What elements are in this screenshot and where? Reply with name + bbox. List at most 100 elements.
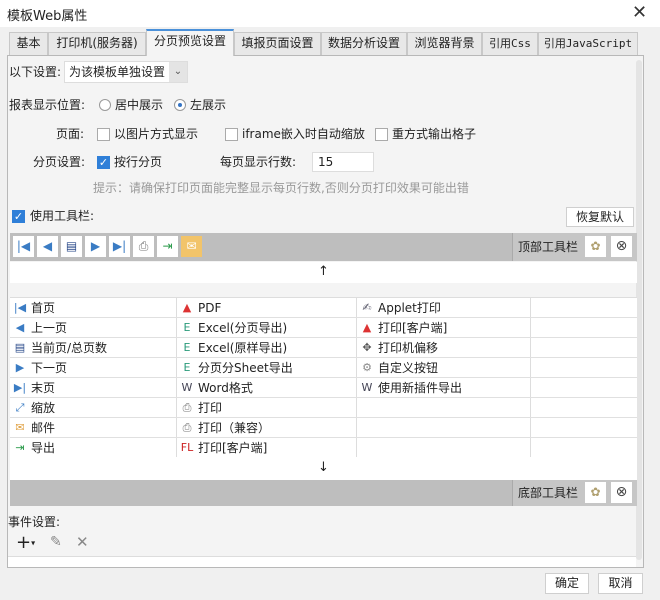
export-icon[interactable]: ⇥ [157, 236, 178, 257]
top-toolbar-label: 顶部工具栏 [518, 240, 579, 254]
last-page-icon: ▶| [13, 380, 27, 394]
scope-label: 以下设置: [9, 65, 62, 79]
toolbar-option[interactable]: ✉ 邮件 [10, 418, 177, 437]
toolbar-option-label: PDF [198, 300, 222, 315]
toolbar-option[interactable]: E Excel(分页导出) [177, 318, 357, 337]
image-mode-checkbox[interactable] [97, 128, 110, 141]
toolbar-option [531, 398, 637, 417]
toolbar-button-grid: |◀ 首页 ▲ PDF ✍ Applet打印 ◀ 上一页 E Excel(分页导出) ▲ 打印[客户端… [10, 297, 637, 458]
move-down-icon[interactable]: ↓ [10, 457, 637, 480]
add-event-icon[interactable]: +▾ [16, 532, 35, 553]
toolbar-option[interactable]: E 分页分Sheet导出 [177, 358, 357, 377]
toolbar-option[interactable]: FL 打印[客户端] [177, 438, 357, 457]
row-paging-checkbox[interactable]: ✓ [97, 156, 110, 169]
toolbar-option-label: 邮件 [31, 421, 56, 435]
pdf-print-icon: ▲ [362, 320, 372, 334]
gear-icon: ⚙ [362, 360, 372, 374]
heavy-output-checkbox[interactable] [375, 128, 388, 141]
print-icon: ⎙ [182, 420, 192, 434]
toolbar-option-label: 打印（兼容） [198, 421, 271, 435]
zoom-icon: ⤢ [15, 400, 25, 414]
toolbar-option [531, 378, 637, 397]
toolbar-option[interactable]: ⤢ 缩放 [10, 398, 177, 417]
toolbar-option[interactable]: ▲ 打印[客户端] [357, 318, 531, 337]
table-row: |◀ 首页 ▲ PDF ✍ Applet打印 [10, 298, 637, 318]
toolbar-option[interactable]: W Word格式 [177, 378, 357, 397]
radio-center[interactable] [99, 99, 111, 111]
prev-page-icon[interactable]: ◀ [37, 236, 58, 257]
toolbar-option[interactable]: E Excel(原样导出) [177, 338, 357, 357]
toolbar-option-label: 打印[客户端] [378, 321, 448, 335]
toolbar-option [531, 298, 637, 317]
word-icon: W [361, 380, 373, 394]
email-icon[interactable]: ✉ [181, 236, 202, 257]
toolbar-option[interactable]: ▶ 下一页 [10, 358, 177, 377]
toolbar-option[interactable]: |◀ 首页 [10, 298, 177, 317]
toolbar-option[interactable]: ⎙ 打印（兼容） [177, 418, 357, 437]
toolbar-option[interactable]: W 使用新插件导出 [357, 378, 531, 397]
table-row: ✉ 邮件 ⎙ 打印（兼容） [10, 418, 637, 438]
toolbar-option [357, 418, 531, 437]
excel-icon: E [183, 320, 191, 334]
iframe-zoom-checkbox[interactable] [225, 128, 238, 141]
print-icon[interactable]: ⎙ [133, 236, 154, 257]
tab-browser-bg[interactable]: 浏览器背景 [407, 32, 482, 55]
toolbar-option [531, 318, 637, 337]
bottom-toolbar: 底部工具栏 ✿ ⊗ [10, 480, 637, 506]
position-label: 报表显示位置: [9, 98, 86, 112]
radio-left[interactable] [174, 99, 186, 111]
close-icon[interactable]: ✕ [632, 2, 647, 23]
toolbar-option[interactable]: ▲ PDF [177, 298, 357, 317]
use-toolbar-checkbox[interactable]: ✓ [12, 210, 25, 223]
scope-value: 为该模板单独设置 [69, 65, 166, 79]
table-row: ▶| 末页 W Word格式 W 使用新插件导出 [10, 378, 637, 398]
tab-data-analysis[interactable]: 数据分析设置 [321, 32, 407, 55]
excel-icon: E [183, 340, 191, 354]
table-row: ◀ 上一页 E Excel(分页导出) ▲ 打印[客户端] [10, 318, 637, 338]
toolbar-option[interactable]: ▶| 末页 [10, 378, 177, 397]
tab-basic[interactable]: 基本 [9, 32, 48, 55]
cancel-button[interactable]: 取消 [598, 573, 643, 594]
first-page-icon[interactable]: |◀ [13, 236, 34, 257]
close-icon[interactable]: ⊗ [611, 482, 632, 503]
toolbar-option[interactable]: ⎙ 打印 [177, 398, 357, 417]
toolbar-option [531, 438, 637, 457]
last-page-icon[interactable]: ▶| [109, 236, 130, 257]
edit-icon[interactable]: ✎ [50, 534, 62, 550]
toolbar-option[interactable]: ◀ 上一页 [10, 318, 177, 337]
tab-javascript[interactable]: 引用JavaScript [538, 32, 638, 55]
toolbar-option-label: 使用新插件导出 [378, 381, 463, 395]
rows-per-page-input[interactable]: 15 [312, 152, 374, 172]
delete-icon[interactable]: ✕ [76, 533, 89, 551]
chevron-down-icon: ⌄ [169, 62, 187, 82]
toolbar-option [531, 418, 637, 437]
toolbar-option[interactable]: ▤ 当前页/总页数 [10, 338, 177, 357]
printer-offset-icon: ✥ [362, 340, 372, 354]
ok-button[interactable]: 确定 [545, 573, 589, 594]
restore-default-button[interactable]: 恢复默认 [566, 207, 634, 227]
close-icon[interactable]: ⊗ [611, 236, 632, 257]
toolbar-option[interactable]: ⚙ 自定义按钮 [357, 358, 531, 377]
toolbar-option[interactable]: ✍ Applet打印 [357, 298, 531, 317]
move-up-icon[interactable]: ↑ [10, 262, 637, 283]
tab-printer[interactable]: 打印机(服务器) [48, 32, 146, 55]
window-title: 模板Web属性 [7, 9, 88, 24]
tab-css[interactable]: 引用Css [482, 32, 538, 55]
page-count-icon[interactable]: ▤ [61, 236, 82, 257]
tab-page-preview[interactable]: 分页预览设置 [146, 29, 234, 56]
toolbar-option [357, 438, 531, 457]
export-icon: ⇥ [15, 440, 25, 454]
table-row: ▶ 下一页 E 分页分Sheet导出 ⚙ 自定义按钮 [10, 358, 637, 378]
toolbar-option[interactable]: ✥ 打印机偏移 [357, 338, 531, 357]
scope-select[interactable]: 为该模板单独设置 ⌄ [64, 61, 188, 83]
table-row: ▤ 当前页/总页数 E Excel(原样导出) ✥ 打印机偏移 [10, 338, 637, 358]
table-row: ⤢ 缩放 ⎙ 打印 [10, 398, 637, 418]
tab-fill-page[interactable]: 填报页面设置 [234, 32, 321, 55]
toolbar-option[interactable]: ⇥ 导出 [10, 438, 177, 457]
gear-icon[interactable]: ✿ [585, 236, 606, 257]
toolbar-option [357, 398, 531, 417]
toolbar-option-label: 末页 [31, 381, 56, 395]
gear-icon[interactable]: ✿ [585, 482, 606, 503]
word-icon: W [181, 380, 193, 394]
next-page-icon[interactable]: ▶ [85, 236, 106, 257]
